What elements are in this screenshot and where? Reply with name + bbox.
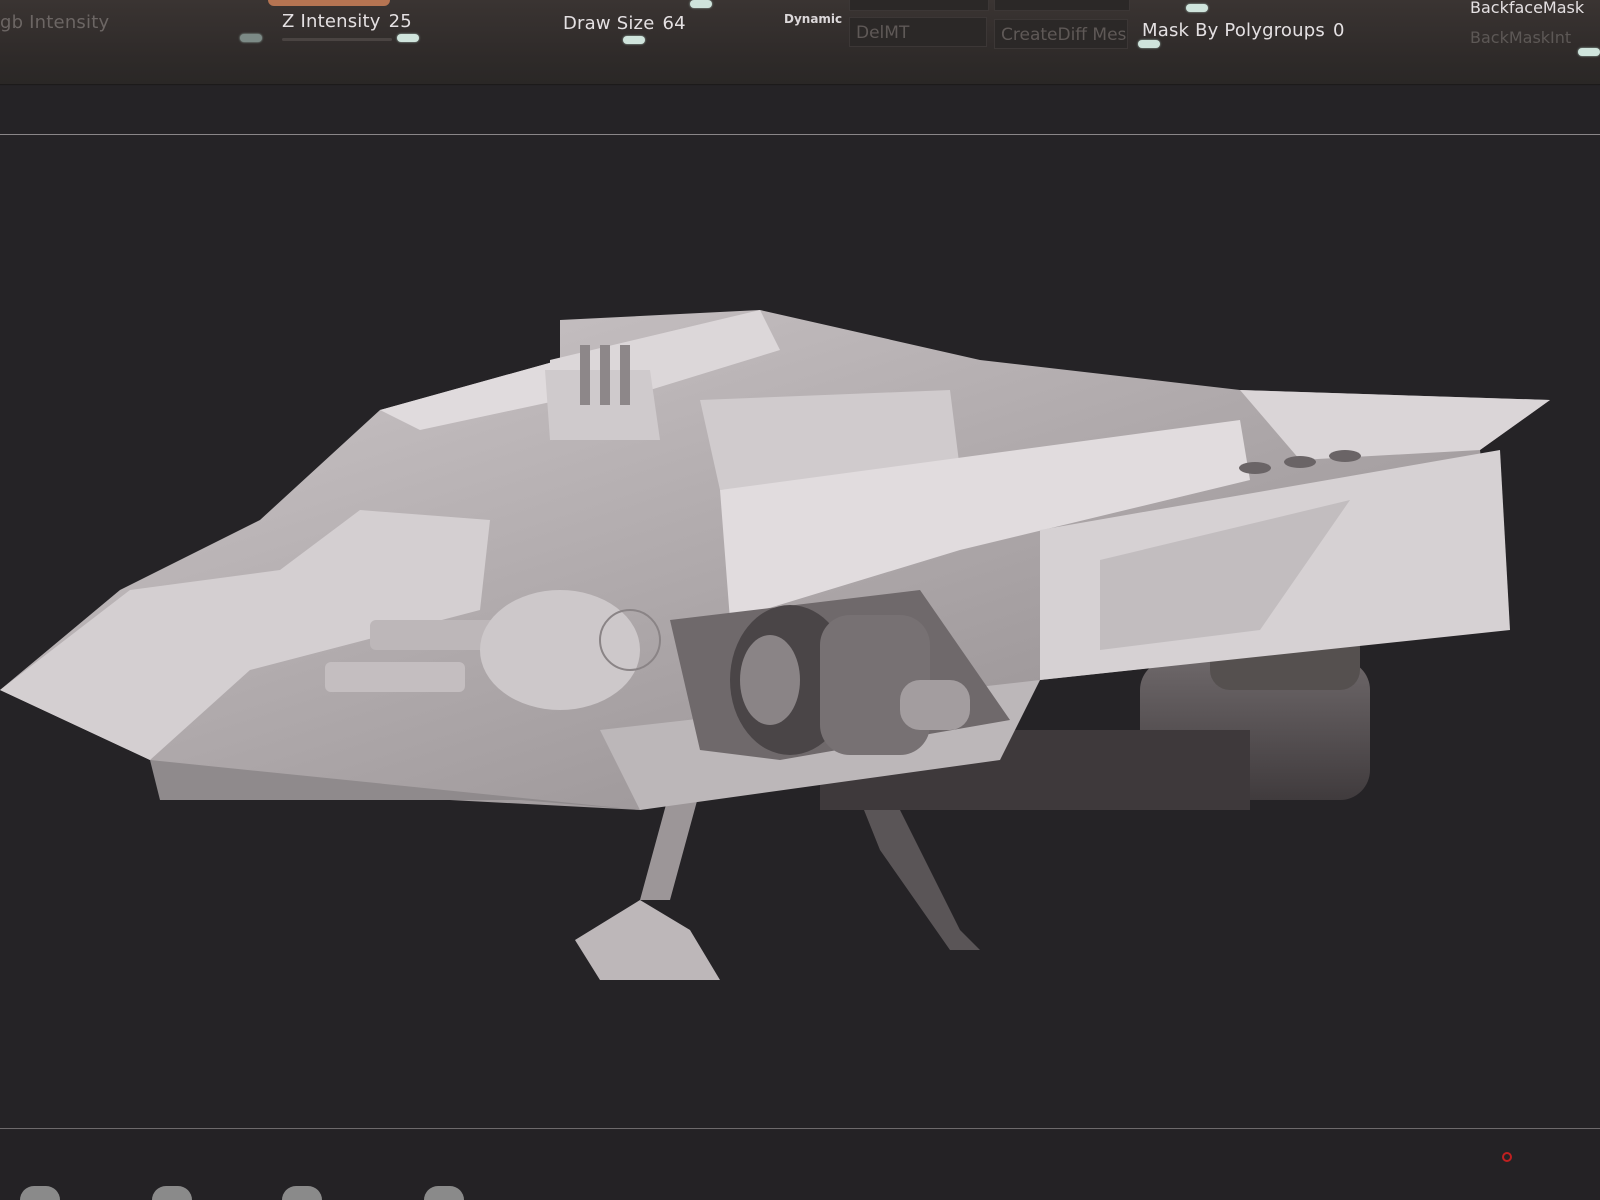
- dynamic-toggle[interactable]: Dynamic: [784, 12, 842, 26]
- backface-mask-toggle[interactable]: BackfaceMask: [1470, 0, 1584, 17]
- z-intensity-slider[interactable]: Z Intensity 25: [282, 11, 412, 32]
- back-mask-int-slider[interactable]: BackMaskInt: [1470, 28, 1571, 47]
- z-intensity-label: Z Intensity: [282, 11, 381, 32]
- z-intensity-value: 25: [388, 11, 412, 32]
- create-diff-mesh-button[interactable]: CreateDiff Mesl: [994, 19, 1128, 49]
- viewport-bottom-divider: [0, 1128, 1600, 1129]
- mask-by-polygroups-slider[interactable]: Mask By Polygroups 0: [1142, 20, 1345, 41]
- rgb-intensity-label: gb Intensity: [0, 12, 110, 33]
- back-mask-int-knob[interactable]: [1578, 48, 1600, 56]
- record-indicator-icon[interactable]: [1502, 1152, 1512, 1162]
- draw-size-value: 64: [662, 13, 686, 34]
- active-tool-indicator[interactable]: [268, 0, 390, 6]
- draw-size-label: Draw Size: [563, 13, 655, 34]
- del-mt-button[interactable]: DelMT: [849, 17, 987, 47]
- tool-thumbnail-3[interactable]: [282, 1186, 322, 1200]
- upper-slider-knob[interactable]: [690, 0, 712, 8]
- tool-thumbnail-2[interactable]: [152, 1186, 192, 1200]
- mask-by-polygroups-label: Mask By Polygroups: [1142, 20, 1325, 41]
- top-shelf: gb Intensity Z Intensity 25 Draw Size 64 D…: [0, 0, 1600, 85]
- z-intensity-slider-knob[interactable]: [397, 34, 419, 42]
- viewport-top-divider: [0, 134, 1600, 135]
- upper-button-b[interactable]: [994, 0, 1130, 11]
- draw-size-slider-knob[interactable]: [623, 36, 645, 44]
- rgb-intensity-slider-knob[interactable]: [240, 34, 262, 42]
- mask-upper-knob[interactable]: [1186, 4, 1208, 12]
- draw-size-slider[interactable]: Draw Size 64: [563, 13, 686, 34]
- upper-button-a[interactable]: [849, 0, 989, 11]
- mask-by-polygroups-knob[interactable]: [1138, 40, 1160, 48]
- spaceship-model[interactable]: [0, 290, 1600, 1010]
- mask-by-polygroups-value: 0: [1332, 20, 1345, 41]
- bottom-tray: [0, 1130, 1600, 1200]
- tool-thumbnail-4[interactable]: [424, 1186, 464, 1200]
- landing-gear: [575, 790, 980, 980]
- z-intensity-track[interactable]: [282, 38, 392, 41]
- tool-thumbnail-1[interactable]: [20, 1186, 60, 1200]
